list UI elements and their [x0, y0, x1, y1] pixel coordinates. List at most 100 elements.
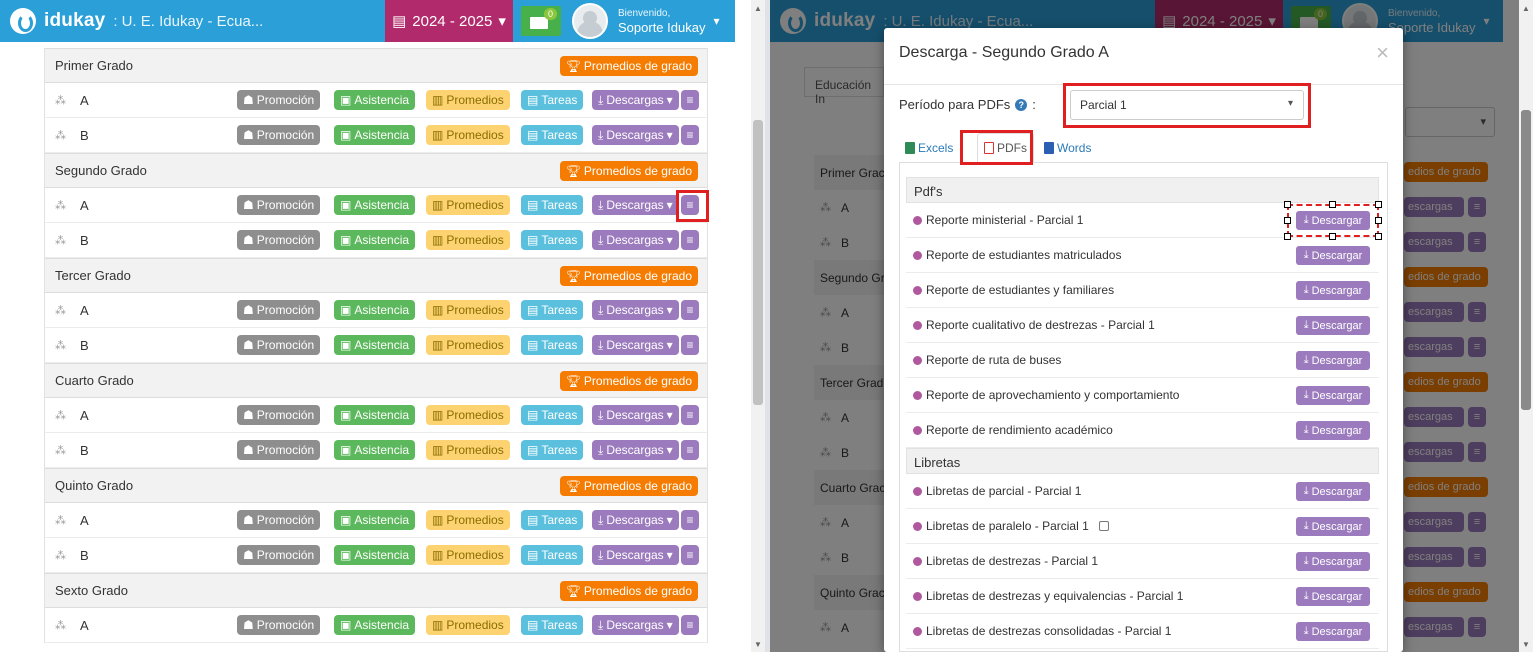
more-menu-button[interactable]: ≡ — [681, 125, 699, 145]
more-menu-button[interactable]: ≡ — [681, 405, 699, 425]
grade-averages-button[interactable]: 🏆︎ Promedios de grado — [559, 371, 698, 391]
attendance-button[interactable]: ▣ Asistencia — [334, 300, 416, 320]
averages-button[interactable]: ▥ Promedios — [426, 300, 510, 320]
scroll-up-icon[interactable]: ▲ — [1522, 4, 1530, 13]
tasks-button[interactable]: ▤ Tareas — [521, 615, 584, 635]
more-menu-button[interactable]: ≡ — [681, 90, 699, 110]
tasks-button[interactable]: ▤ Tareas — [521, 510, 584, 530]
downloads-button[interactable]: ⤓ Descargas ▾ — [592, 300, 679, 320]
grade-averages-button[interactable]: 🏆︎ Promedios de grado — [559, 56, 698, 76]
more-menu-button[interactable]: ≡ — [681, 440, 699, 460]
tasks-button[interactable]: ▤ Tareas — [521, 125, 584, 145]
tab-pdfs[interactable]: PDFs — [977, 133, 1034, 163]
downloads-button[interactable]: ⤓ Descargas ▾ — [592, 335, 679, 355]
download-button[interactable]: ⤓ Descargar — [1296, 517, 1370, 536]
averages-button[interactable]: ▥ Promedios — [426, 195, 510, 215]
averages-button[interactable]: ▥ Promedios — [426, 440, 510, 460]
more-menu-button[interactable]: ≡ — [681, 230, 699, 250]
attendance-button[interactable]: ▣ Asistencia — [334, 90, 416, 110]
averages-button[interactable]: ▥ Promedios — [426, 545, 510, 565]
promotion-button[interactable]: ☗ Promoción — [237, 405, 321, 425]
close-icon[interactable]: × — [1376, 40, 1389, 66]
download-button[interactable]: ⤓ Descargar — [1296, 482, 1370, 501]
download-button[interactable]: ⤓ Descargar — [1296, 281, 1370, 300]
promotion-button[interactable]: ☗ Promoción — [237, 230, 321, 250]
checkbox[interactable] — [1098, 521, 1109, 531]
averages-button[interactable]: ▥ Promedios — [426, 335, 510, 355]
grade-averages-button[interactable]: 🏆︎ Promedios de grado — [559, 161, 698, 181]
brand-name[interactable]: idukay — [44, 10, 105, 32]
user-menu[interactable]: Bienvenido, Soporte Idukay ▾ — [568, 0, 735, 42]
download-button[interactable]: ⤓ Descargar — [1296, 386, 1370, 405]
downloads-button[interactable]: ⤓ Descargas ▾ — [592, 440, 679, 460]
downloads-button[interactable]: ⤓ Descargas ▾ — [592, 90, 679, 110]
attendance-button[interactable]: ▣ Asistencia — [334, 195, 416, 215]
averages-button[interactable]: ▥ Promedios — [426, 405, 510, 425]
tab-words[interactable]: Words — [1038, 133, 1097, 163]
more-menu-button[interactable]: ≡ — [681, 545, 699, 565]
averages-button[interactable]: ▥ Promedios — [426, 510, 510, 530]
promotion-button[interactable]: ☗ Promoción — [237, 545, 321, 565]
attendance-button[interactable]: ▣ Asistencia — [334, 125, 416, 145]
grade-averages-button[interactable]: 🏆︎ Promedios de grado — [559, 581, 698, 601]
scroll-down-icon[interactable]: ▼ — [1522, 640, 1530, 649]
scroll-down-icon[interactable]: ▼ — [754, 640, 762, 649]
more-menu-button[interactable]: ≡ — [681, 510, 699, 530]
download-button[interactable]: ⤓ Descargar — [1296, 351, 1370, 370]
attendance-button[interactable]: ▣ Asistencia — [334, 545, 416, 565]
idukay-logo-icon[interactable] — [10, 8, 36, 34]
tab-excels[interactable]: Excels — [899, 133, 959, 163]
promotion-button[interactable]: ☗ Promoción — [237, 125, 321, 145]
period-select[interactable]: Parcial 1 ▾ — [1070, 90, 1304, 120]
attendance-button[interactable]: ▣ Asistencia — [334, 230, 416, 250]
more-menu-button[interactable]: ≡ — [681, 335, 699, 355]
attendance-button[interactable]: ▣ Asistencia — [334, 615, 416, 635]
promotion-button[interactable]: ☗ Promoción — [237, 335, 321, 355]
promotion-button[interactable]: ☗ Promoción — [237, 195, 321, 215]
tasks-button[interactable]: ▤ Tareas — [521, 440, 584, 460]
attendance-button[interactable]: ▣ Asistencia — [334, 335, 416, 355]
right-scrollbar[interactable]: ▲ ▼ — [1519, 0, 1533, 652]
attendance-button[interactable]: ▣ Asistencia — [334, 510, 416, 530]
tasks-button[interactable]: ▤ Tareas — [521, 335, 584, 355]
downloads-button[interactable]: ⤓ Descargas ▾ — [592, 230, 679, 250]
promotion-button[interactable]: ☗ Promoción — [237, 615, 321, 635]
downloads-button[interactable]: ⤓ Descargas ▾ — [592, 195, 679, 215]
tasks-button[interactable]: ▤ Tareas — [521, 405, 584, 425]
download-button[interactable]: ⤓ Descargar — [1296, 316, 1370, 335]
download-button[interactable]: ⤓ Descargar — [1296, 587, 1370, 606]
averages-button[interactable]: ▥ Promedios — [426, 615, 510, 635]
tasks-button[interactable]: ▤ Tareas — [521, 195, 584, 215]
tasks-button[interactable]: ▤ Tareas — [521, 300, 584, 320]
tasks-button[interactable]: ▤ Tareas — [521, 90, 584, 110]
tasks-button[interactable]: ▤ Tareas — [521, 230, 584, 250]
scroll-thumb[interactable] — [753, 120, 763, 405]
averages-button[interactable]: ▥ Promedios — [426, 230, 510, 250]
tasks-button[interactable]: ▤ Tareas — [521, 545, 584, 565]
school-name[interactable]: :U. E. Idukay - Ecua... — [109, 13, 263, 30]
grade-averages-button[interactable]: 🏆︎ Promedios de grado — [559, 476, 698, 496]
downloads-button[interactable]: ⤓ Descargas ▾ — [592, 125, 679, 145]
download-button[interactable]: ⤓ Descargar — [1296, 622, 1370, 641]
scroll-up-icon[interactable]: ▲ — [754, 4, 762, 13]
averages-button[interactable]: ▥ Promedios — [426, 90, 510, 110]
year-selector[interactable]: ▤ 2024 - 2025 ▾ — [385, 0, 513, 42]
download-button[interactable]: ⤓ Descargar — [1296, 246, 1370, 265]
download-button[interactable]: ⤓ Descargar — [1296, 552, 1370, 571]
grade-averages-button[interactable]: 🏆︎ Promedios de grado — [559, 266, 698, 286]
promotion-button[interactable]: ☗ Promoción — [237, 510, 321, 530]
scroll-thumb[interactable] — [1521, 110, 1531, 410]
promotion-button[interactable]: ☗ Promoción — [237, 440, 321, 460]
averages-button[interactable]: ▥ Promedios — [426, 125, 510, 145]
promotion-button[interactable]: ☗ Promoción — [237, 90, 321, 110]
more-menu-button[interactable]: ≡ — [681, 195, 699, 215]
more-menu-button[interactable]: ≡ — [681, 615, 699, 635]
downloads-button[interactable]: ⤓ Descargas ▾ — [592, 510, 679, 530]
download-button[interactable]: ⤓ Descargar — [1296, 211, 1370, 230]
download-button[interactable]: ⤓ Descargar — [1296, 421, 1370, 440]
promotion-button[interactable]: ☗ Promoción — [237, 300, 321, 320]
more-menu-button[interactable]: ≡ — [681, 300, 699, 320]
attendance-button[interactable]: ▣ Asistencia — [334, 405, 416, 425]
attendance-button[interactable]: ▣ Asistencia — [334, 440, 416, 460]
messages-button[interactable]: 0 — [521, 6, 561, 36]
